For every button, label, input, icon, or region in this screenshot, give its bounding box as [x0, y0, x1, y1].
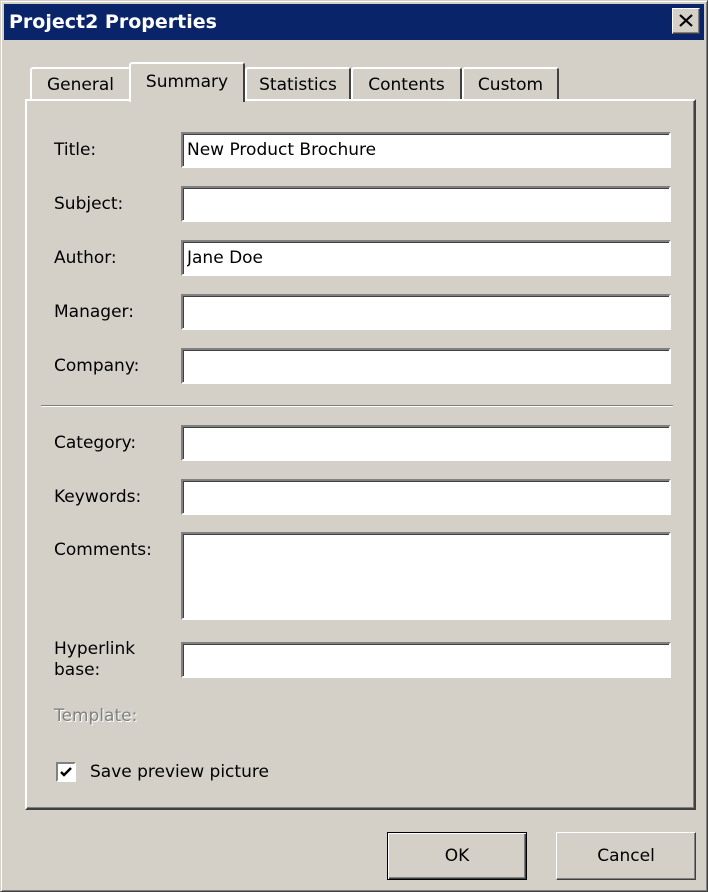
tab-summary-label: Summary [145, 72, 229, 92]
save-preview-label[interactable]: Save preview picture [90, 762, 269, 782]
close-icon [679, 14, 693, 27]
hyperlink-base-label-line1: Hyperlink [54, 639, 136, 659]
save-preview-checkbox[interactable] [56, 762, 76, 782]
company-label: Company: [54, 356, 140, 376]
hyperlink-base-label-line2: base: [54, 660, 101, 680]
tab-contents[interactable]: Contents [351, 67, 462, 101]
manager-label: Manager: [54, 302, 134, 322]
tab-statistics[interactable]: Statistics [245, 67, 351, 101]
subject-label: Subject: [54, 194, 124, 214]
tab-summary[interactable]: Summary [129, 62, 245, 102]
category-label: Category: [54, 433, 137, 453]
company-field[interactable] [181, 348, 671, 384]
author-field[interactable] [181, 240, 671, 276]
checkmark-icon [60, 767, 72, 777]
keywords-field[interactable] [181, 479, 671, 515]
close-button[interactable] [672, 8, 700, 34]
keywords-label: Keywords: [54, 487, 142, 507]
title-field[interactable] [181, 132, 671, 168]
tab-general[interactable]: General [30, 67, 131, 101]
hyperlink-base-field[interactable] [181, 642, 671, 678]
properties-dialog: Project2 Properties General Summary Stat… [0, 0, 708, 892]
window-title: Project2 Properties [9, 11, 217, 33]
subject-field[interactable] [181, 186, 671, 222]
comments-label: Comments: [54, 540, 152, 560]
author-label: Author: [54, 248, 117, 268]
tab-custom[interactable]: Custom [462, 67, 559, 101]
cancel-button[interactable]: Cancel [556, 832, 696, 880]
comments-field[interactable] [181, 532, 671, 620]
tab-custom-label: Custom [477, 75, 544, 95]
tab-contents-label: Contents [368, 75, 445, 95]
ok-button[interactable]: OK [387, 832, 527, 880]
section-divider [41, 405, 673, 407]
manager-field[interactable] [181, 294, 671, 330]
category-field[interactable] [181, 425, 671, 461]
title-label: Title: [54, 140, 97, 160]
tab-general-label: General [47, 75, 114, 95]
tab-statistics-label: Statistics [259, 75, 337, 95]
template-label: Template: [54, 706, 138, 726]
title-bar[interactable]: Project2 Properties [4, 4, 704, 40]
